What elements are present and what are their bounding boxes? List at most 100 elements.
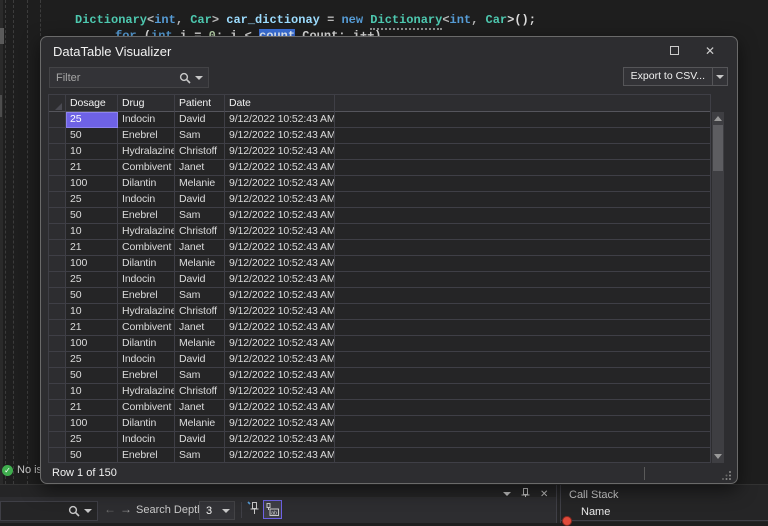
table-cell[interactable]: 9/12/2022 10:52:43 AM [225,416,335,432]
table-cell[interactable]: Melanie [175,336,225,352]
table-cell[interactable]: Sam [175,288,225,304]
table-cell[interactable]: Indocin [118,272,175,288]
table-cell[interactable]: Melanie [175,416,225,432]
table-row[interactable]: 50EnebrelSam9/12/2022 10:52:43 AM [49,128,710,144]
search-icon[interactable] [179,72,191,84]
table-row[interactable]: 50EnebrelSam9/12/2022 10:52:43 AM [49,288,710,304]
table-cell[interactable]: David [175,192,225,208]
scroll-down-button[interactable] [712,450,724,463]
table-cell[interactable]: Indocin [118,192,175,208]
table-cell[interactable]: 100 [66,416,118,432]
column-header-date[interactable]: Date [225,95,335,112]
row-selector-cell[interactable] [49,176,66,192]
table-cell[interactable]: 9/12/2022 10:52:43 AM [225,176,335,192]
table-row[interactable]: 21CombiventJanet9/12/2022 10:52:43 AM [49,400,710,416]
row-selector-cell[interactable] [49,256,66,272]
table-cell[interactable]: 50 [66,448,118,463]
table-cell[interactable]: 21 [66,400,118,416]
row-selector-cell[interactable] [49,128,66,144]
resize-grip-icon[interactable] [721,470,732,481]
table-row[interactable]: 25IndocinDavid9/12/2022 10:52:43 AM [49,112,710,128]
table-cell[interactable]: Combivent [118,160,175,176]
table-cell[interactable]: Christoff [175,384,225,400]
table-cell[interactable]: Christoff [175,224,225,240]
table-row[interactable]: 21CombiventJanet9/12/2022 10:52:43 AM [49,320,710,336]
table-cell[interactable]: 9/12/2022 10:52:43 AM [225,192,335,208]
table-row[interactable]: 10HydralazineChristoff9/12/2022 10:52:43… [49,304,710,320]
table-cell[interactable]: 9/12/2022 10:52:43 AM [225,240,335,256]
table-cell[interactable]: Enebrel [118,448,175,463]
chevron-down-icon[interactable] [503,492,511,496]
table-cell[interactable]: Enebrel [118,128,175,144]
row-selector-cell[interactable] [49,384,66,400]
row-selector-cell[interactable] [49,144,66,160]
table-cell[interactable]: Dilantin [118,336,175,352]
row-selector-cell[interactable] [49,272,66,288]
watch-search-input[interactable] [0,501,98,521]
row-selector-cell[interactable] [49,416,66,432]
chevron-down-icon[interactable] [195,76,203,80]
table-cell[interactable]: Sam [175,208,225,224]
table-cell[interactable]: Melanie [175,256,225,272]
row-selector-cell[interactable] [49,320,66,336]
table-cell[interactable]: 100 [66,336,118,352]
grid-corner-cell[interactable] [49,95,66,112]
table-cell[interactable]: Indocin [118,112,175,128]
table-cell[interactable]: 9/12/2022 10:52:43 AM [225,144,335,160]
table-cell[interactable]: Combivent [118,240,175,256]
table-cell[interactable]: Enebrel [118,288,175,304]
table-cell[interactable]: Hydralazine [118,384,175,400]
table-cell[interactable]: 9/12/2022 10:52:43 AM [225,304,335,320]
editor-margin-handle[interactable] [0,28,4,44]
table-cell[interactable]: 9/12/2022 10:52:43 AM [225,160,335,176]
maximize-button[interactable] [663,42,685,60]
table-cell[interactable]: Sam [175,448,225,463]
row-selector-cell[interactable] [49,160,66,176]
table-cell[interactable]: 21 [66,320,118,336]
vertical-scrollbar[interactable] [712,112,724,463]
row-selector-cell[interactable] [49,112,66,128]
table-cell[interactable]: Christoff [175,304,225,320]
table-cell[interactable]: Sam [175,368,225,384]
row-selector-cell[interactable] [49,224,66,240]
callstack-header-row[interactable]: Name [561,504,768,521]
search-depth-dropdown[interactable]: 3 [199,501,235,520]
table-cell[interactable]: 25 [66,272,118,288]
table-cell[interactable]: Janet [175,160,225,176]
table-cell[interactable]: Hydralazine [118,224,175,240]
chevron-down-icon[interactable] [84,509,92,513]
table-cell[interactable]: 21 [66,160,118,176]
table-cell[interactable]: 9/12/2022 10:52:43 AM [225,432,335,448]
table-cell[interactable]: Melanie [175,176,225,192]
table-cell[interactable]: 50 [66,128,118,144]
table-cell[interactable]: 10 [66,304,118,320]
table-cell[interactable]: 10 [66,144,118,160]
table-cell[interactable]: 9/12/2022 10:52:43 AM [225,352,335,368]
table-cell[interactable]: 9/12/2022 10:52:43 AM [225,320,335,336]
table-row[interactable]: 50EnebrelSam9/12/2022 10:52:43 AM [49,208,710,224]
table-cell[interactable]: Indocin [118,432,175,448]
pin-values-toggle-button[interactable]: ab [263,500,282,519]
table-cell[interactable]: David [175,432,225,448]
table-cell[interactable]: 9/12/2022 10:52:43 AM [225,368,335,384]
table-cell[interactable]: Janet [175,400,225,416]
table-cell[interactable]: 9/12/2022 10:52:43 AM [225,112,335,128]
table-cell[interactable]: David [175,352,225,368]
table-cell[interactable]: 100 [66,176,118,192]
row-selector-cell[interactable] [49,304,66,320]
table-cell[interactable]: 9/12/2022 10:52:43 AM [225,272,335,288]
table-row[interactable]: 50EnebrelSam9/12/2022 10:52:43 AM [49,448,710,463]
table-row[interactable]: 100DilantinMelanie9/12/2022 10:52:43 AM [49,256,710,272]
table-cell[interactable]: 9/12/2022 10:52:43 AM [225,128,335,144]
table-row[interactable]: 100DilantinMelanie9/12/2022 10:52:43 AM [49,176,710,192]
table-cell[interactable]: 9/12/2022 10:52:43 AM [225,288,335,304]
table-cell[interactable]: 100 [66,256,118,272]
table-row[interactable]: 25IndocinDavid9/12/2022 10:52:43 AM [49,352,710,368]
table-row[interactable]: 100DilantinMelanie9/12/2022 10:52:43 AM [49,336,710,352]
row-selector-cell[interactable] [49,448,66,463]
row-selector-cell[interactable] [49,368,66,384]
table-cell[interactable]: David [175,272,225,288]
table-cell[interactable]: Christoff [175,144,225,160]
row-selector-cell[interactable] [49,288,66,304]
table-row[interactable]: 25IndocinDavid9/12/2022 10:52:43 AM [49,272,710,288]
